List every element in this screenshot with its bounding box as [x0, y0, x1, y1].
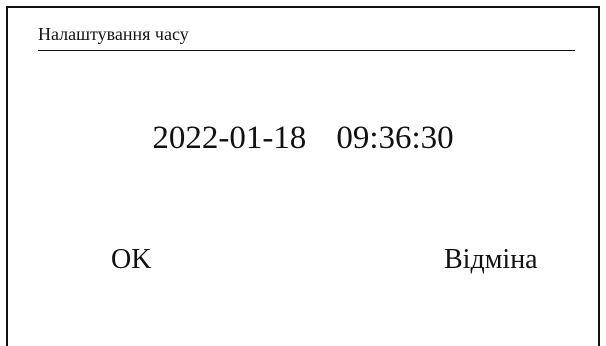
time-settings-dialog: [6, 6, 600, 346]
time-field[interactable]: 09:36:30: [336, 120, 453, 156]
cancel-button[interactable]: Відміна: [444, 243, 538, 277]
datetime-display: 2022-01-18 09:36:30: [0, 118, 606, 158]
dialog-title: Налаштування часу: [38, 24, 189, 44]
title-divider: [38, 50, 575, 51]
date-field[interactable]: 2022-01-18: [152, 120, 306, 156]
ok-button[interactable]: OK: [111, 243, 151, 277]
